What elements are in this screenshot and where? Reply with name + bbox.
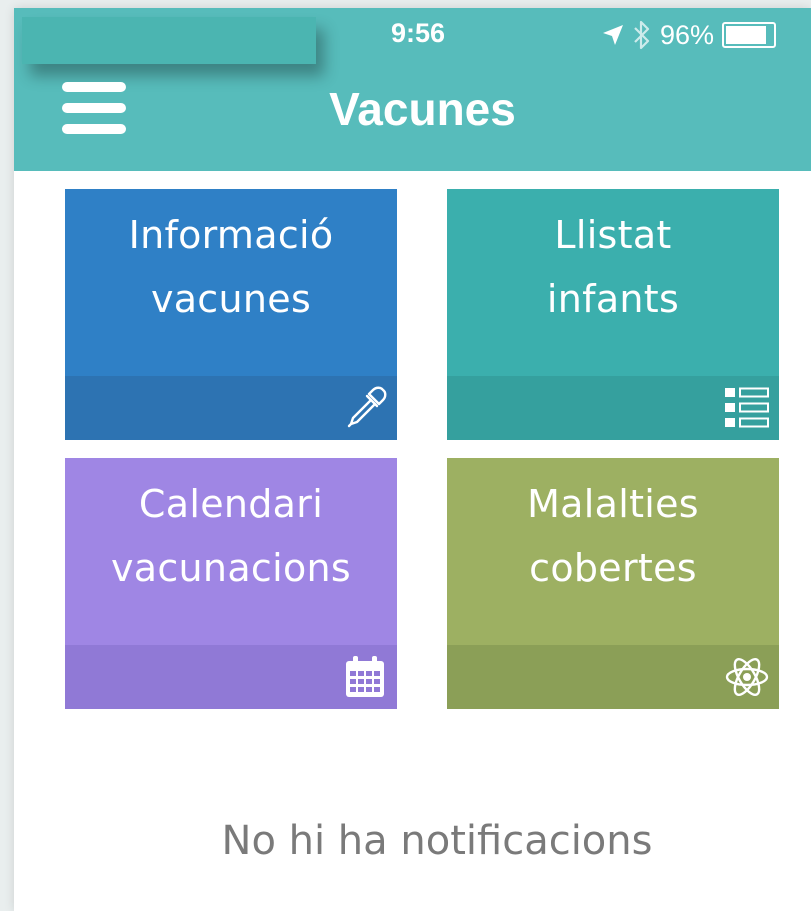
dropper-icon [347,386,387,428]
tile-calendari-vacunacions[interactable]: Calendari vacunacions [65,458,397,709]
battery-percent: 96% [660,19,715,50]
tile-label: Informació vacunes [65,203,397,331]
tile-footer [65,376,397,440]
tile-llistat-infants[interactable]: Llistat infants [447,189,779,440]
tile-label: Calendari vacunacions [65,472,397,600]
tile-label: Malalties cobertes [447,472,779,600]
tile-malalties-cobertes[interactable]: Malalties cobertes [447,458,779,709]
page-title: Vacunes [329,83,516,135]
battery-icon [722,22,777,48]
tile-label-line1: Llistat [554,213,672,257]
status-bar-right: 96% [602,18,777,52]
tile-label-line2: vacunacions [110,546,351,590]
bluetooth-icon [634,20,650,50]
status-bar-blurred-region [22,17,316,64]
tile-label-line2: infants [546,277,680,321]
app-header: 9:56 96% Vacunes [14,8,811,171]
calendar-icon [346,656,384,697]
tile-footer [447,376,779,440]
tile-label-line1: Malalties [527,482,699,526]
tile-label-line1: Calendari [138,482,324,526]
atom-icon [725,658,769,696]
tile-label-line1: Informació [128,213,334,257]
tile-label-line2: vacunes [150,277,312,321]
tile-footer [447,645,779,709]
notifications-empty-message: No hi ha notificacions [221,818,653,864]
tile-label-line2: cobertes [529,546,697,590]
tile-informacio-vacunes[interactable]: Informació vacunes [65,189,397,440]
status-time: 9:56 [391,18,446,48]
location-arrow-icon [603,25,623,45]
battery-fill [726,26,767,44]
app-screen: 9:56 96% Vacunes Informació vacunes Llis… [14,8,811,911]
tile-label: Llistat infants [447,203,779,331]
list-icon [725,387,769,428]
tile-footer [65,645,397,709]
